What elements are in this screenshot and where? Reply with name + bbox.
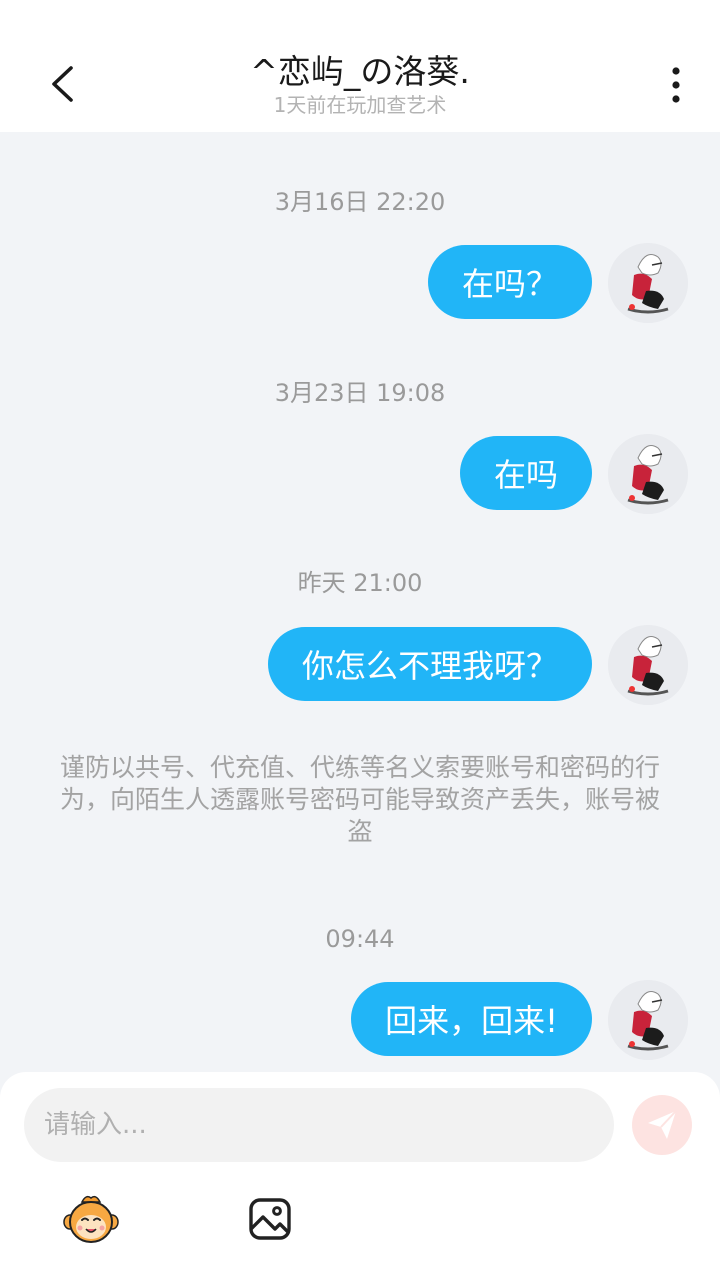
message-timestamp: 09:44	[325, 925, 395, 953]
message-bubble[interactable]: 你怎么不理我呀？	[267, 627, 592, 701]
message-bubble[interactable]: 回来，回来!	[351, 982, 592, 1056]
more-vertical-icon	[672, 67, 680, 103]
message-timestamp: 3月16日 22:20	[274, 188, 446, 216]
emoji-icon	[63, 1195, 119, 1243]
message-bubble[interactable]: 在吗？	[427, 245, 592, 319]
avatar[interactable]	[608, 980, 688, 1060]
message-input[interactable]	[24, 1088, 614, 1162]
avatar[interactable]	[608, 243, 688, 323]
message-timestamp: 3月23日 19:08	[274, 379, 446, 407]
avatar[interactable]	[608, 625, 688, 705]
image-icon	[249, 1198, 291, 1240]
avatar[interactable]	[608, 434, 688, 514]
emoji-button[interactable]	[62, 1192, 120, 1246]
message-bubble[interactable]: 在吗	[459, 436, 592, 510]
security-notice: 谨防以共号、代充值、代练等名义索要账号和密码的行为，向陌生人透露账号密码可能导致…	[59, 753, 660, 846]
message-timestamp: 昨天 21:00	[297, 569, 423, 597]
image-button[interactable]	[246, 1196, 294, 1242]
page-title: ^恋屿_の洛葵.	[250, 52, 470, 91]
status-subtitle: 1天前在玩加查艺术	[273, 93, 447, 117]
send-icon	[648, 1110, 677, 1139]
more-options-button[interactable]	[652, 60, 700, 110]
send-button[interactable]	[632, 1095, 692, 1155]
chat-header: ^恋屿_の洛葵. 1天前在玩加查艺术	[0, 0, 720, 132]
